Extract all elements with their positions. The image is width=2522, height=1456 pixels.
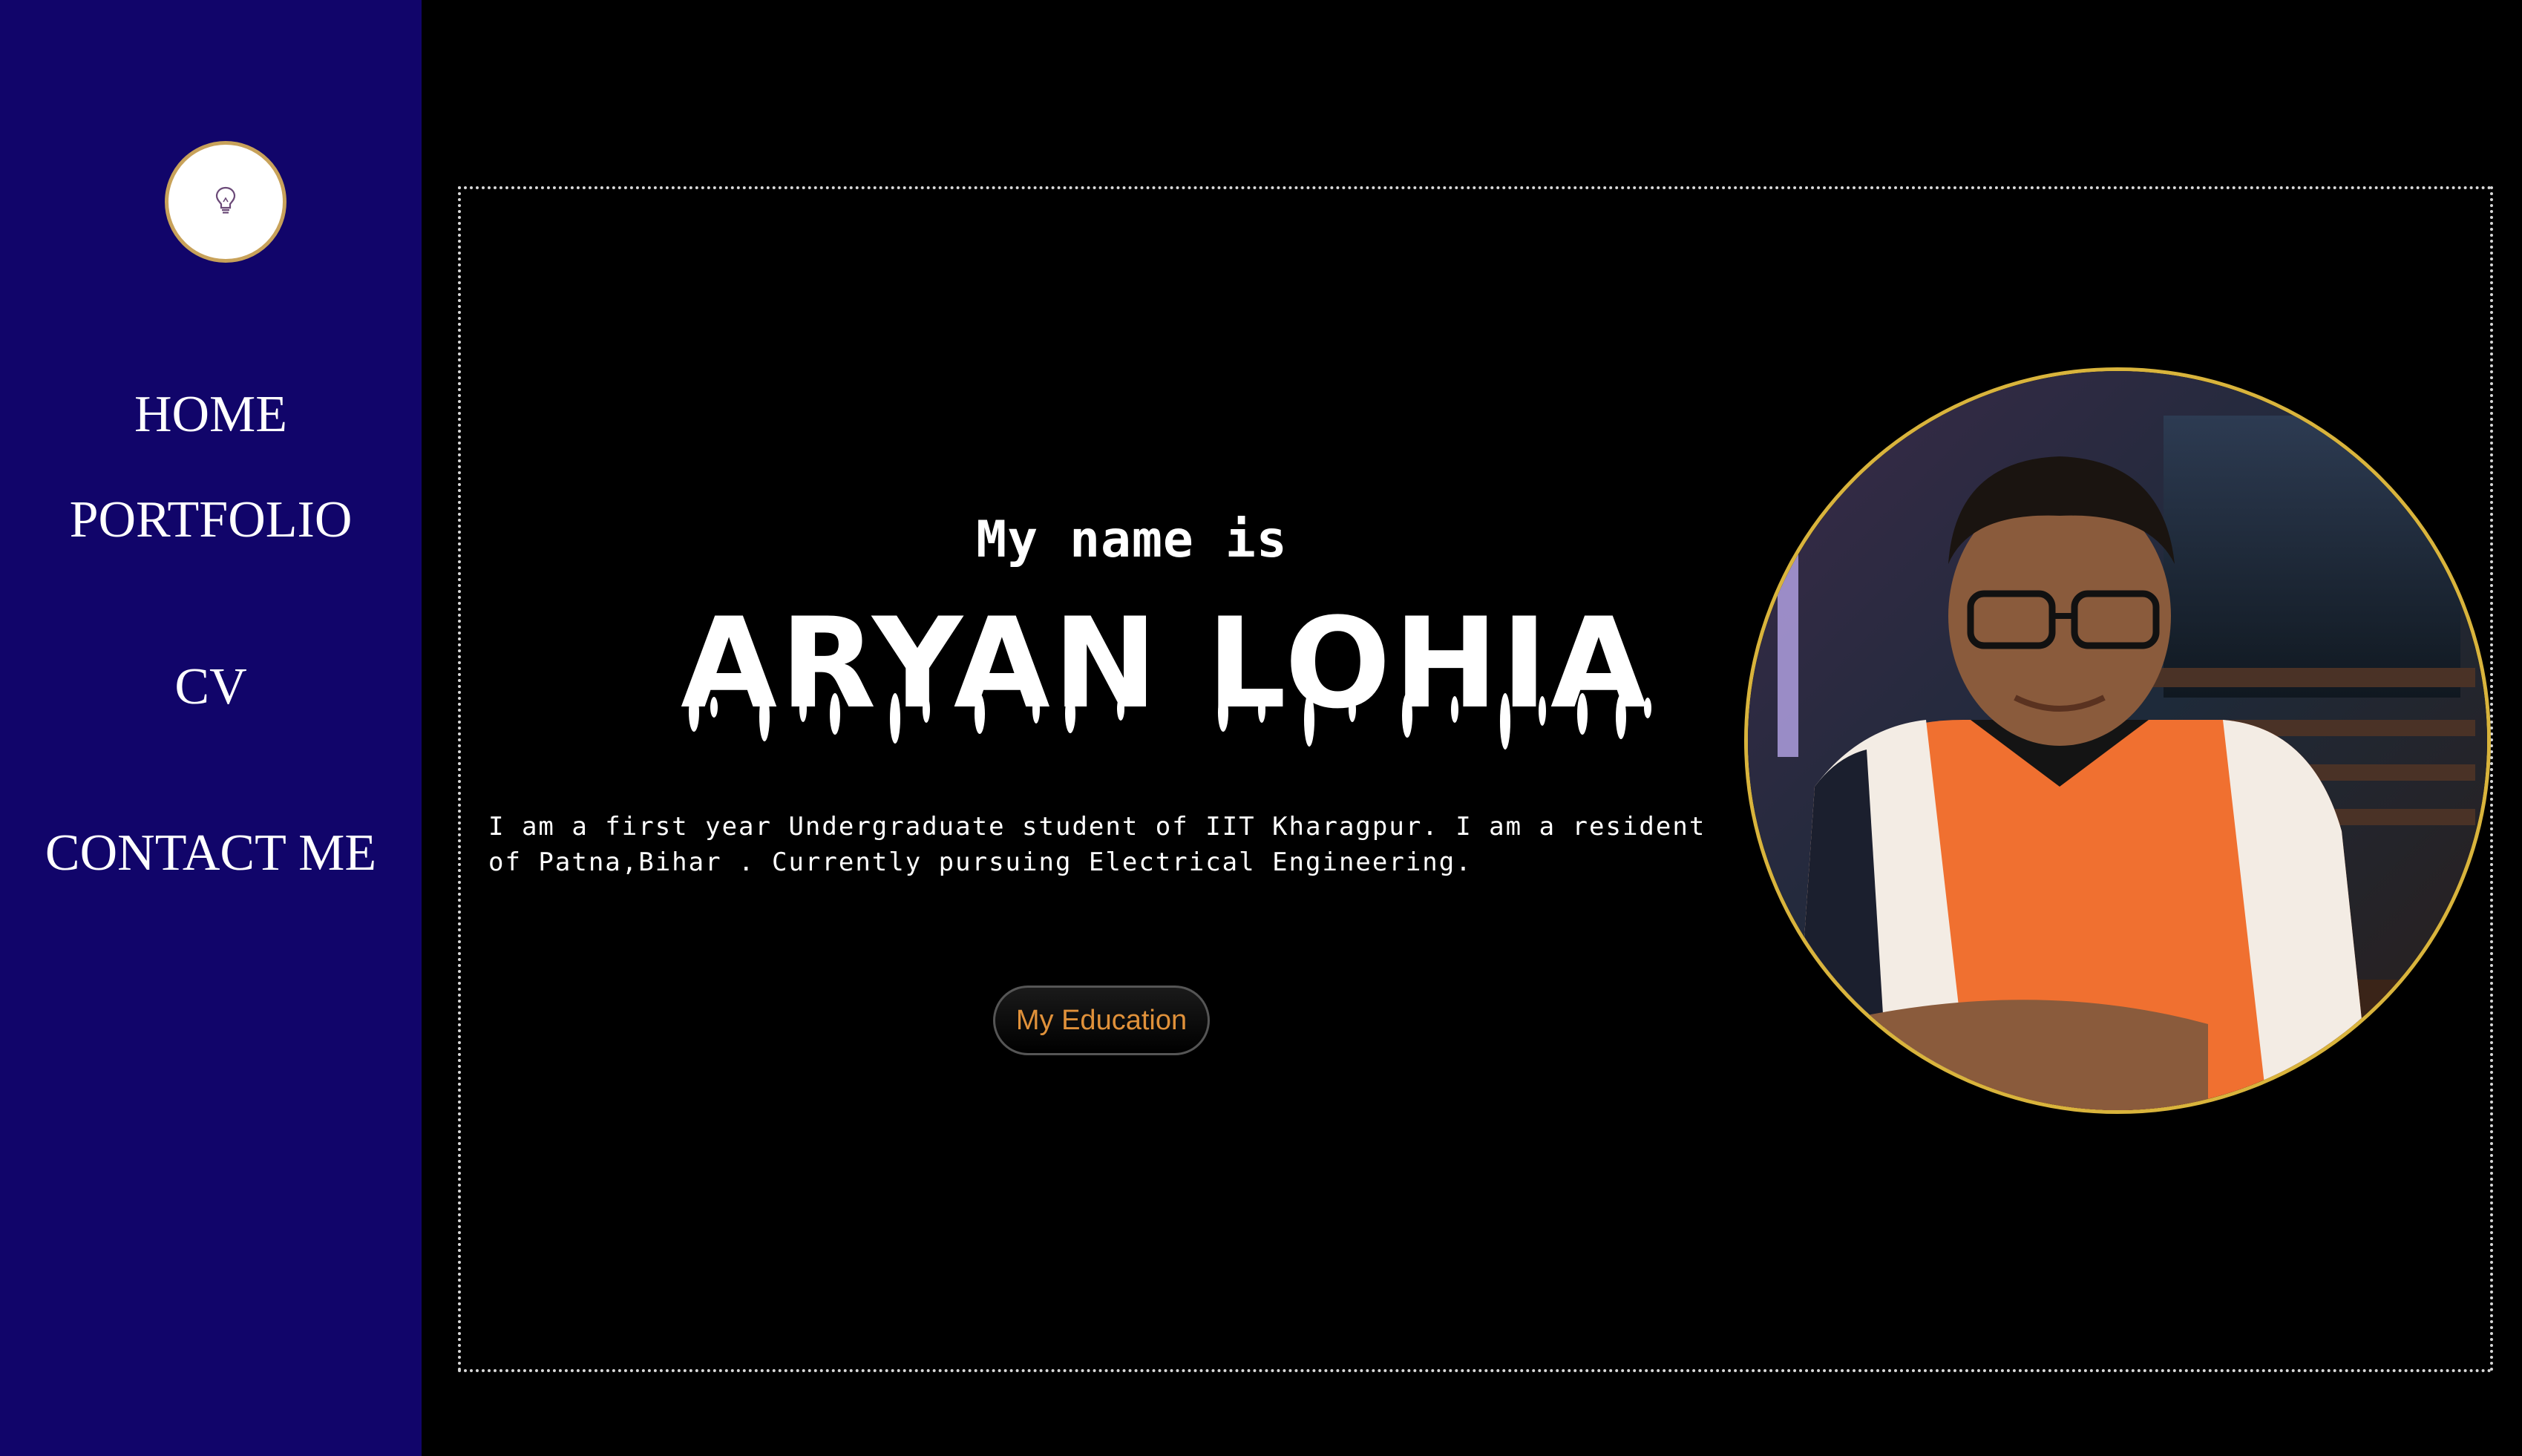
logo-button[interactable]: [165, 141, 286, 263]
profile-photo: [1744, 367, 2491, 1114]
lightbulb-icon: [213, 186, 238, 219]
sidebar: HOME PORTFOLIO CV CONTACT ME: [0, 0, 422, 1456]
nav-home[interactable]: HOME: [0, 389, 422, 441]
name-heading: ARYAN LOHIA: [631, 601, 1700, 757]
intro-text: My name is: [976, 511, 1288, 569]
bio-text: I am a first year Undergraduate student …: [488, 812, 1706, 877]
nav-contact-me[interactable]: CONTACT ME: [0, 827, 422, 879]
my-education-button[interactable]: My Education: [993, 986, 1210, 1055]
nav-portfolio[interactable]: PORTFOLIO: [0, 494, 422, 546]
drip-decoration: [689, 692, 1651, 750]
nav-cv[interactable]: CV: [0, 661, 422, 713]
